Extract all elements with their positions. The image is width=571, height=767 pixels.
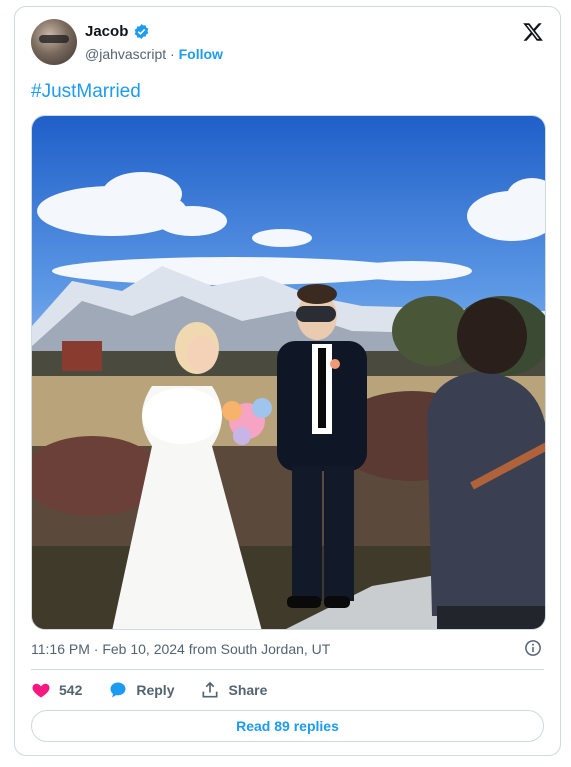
heart-icon [32,683,50,698]
reply-bubble-icon [110,682,126,698]
divider [31,669,544,670]
share-button[interactable]: Share [200,680,267,700]
tweet-card: Jacob @jahvascript · Follow #JustMarried [14,6,561,756]
share-label: Share [228,682,268,698]
verified-badge-icon [134,24,149,39]
x-logo-icon[interactable] [522,21,544,43]
like-button[interactable]: 542 [31,680,82,700]
separator-dot: · [170,46,175,62]
author-name[interactable]: Jacob [85,23,128,40]
like-count: 542 [59,682,83,698]
reply-button[interactable]: Reply [108,680,174,700]
tweet-timestamp[interactable]: 11:16 PM · Feb 10, 2024 from South Jorda… [31,641,330,657]
avatar[interactable] [31,19,77,65]
reply-label: Reply [136,682,175,698]
follow-button[interactable]: Follow [179,46,223,62]
action-bar: 542 Reply Share [31,680,267,700]
author-name-row: Jacob [85,23,150,40]
author-handle-row: @jahvascript · Follow [85,46,223,62]
wedding-photo-illustration [32,116,545,629]
info-icon[interactable] [524,639,542,657]
tweet-text-hashtag[interactable]: #JustMarried [31,81,141,103]
tweet-photo[interactable] [31,115,546,630]
share-icon [202,681,218,698]
read-replies-button[interactable]: Read 89 replies [31,710,544,742]
author-handle[interactable]: @jahvascript [85,46,166,62]
